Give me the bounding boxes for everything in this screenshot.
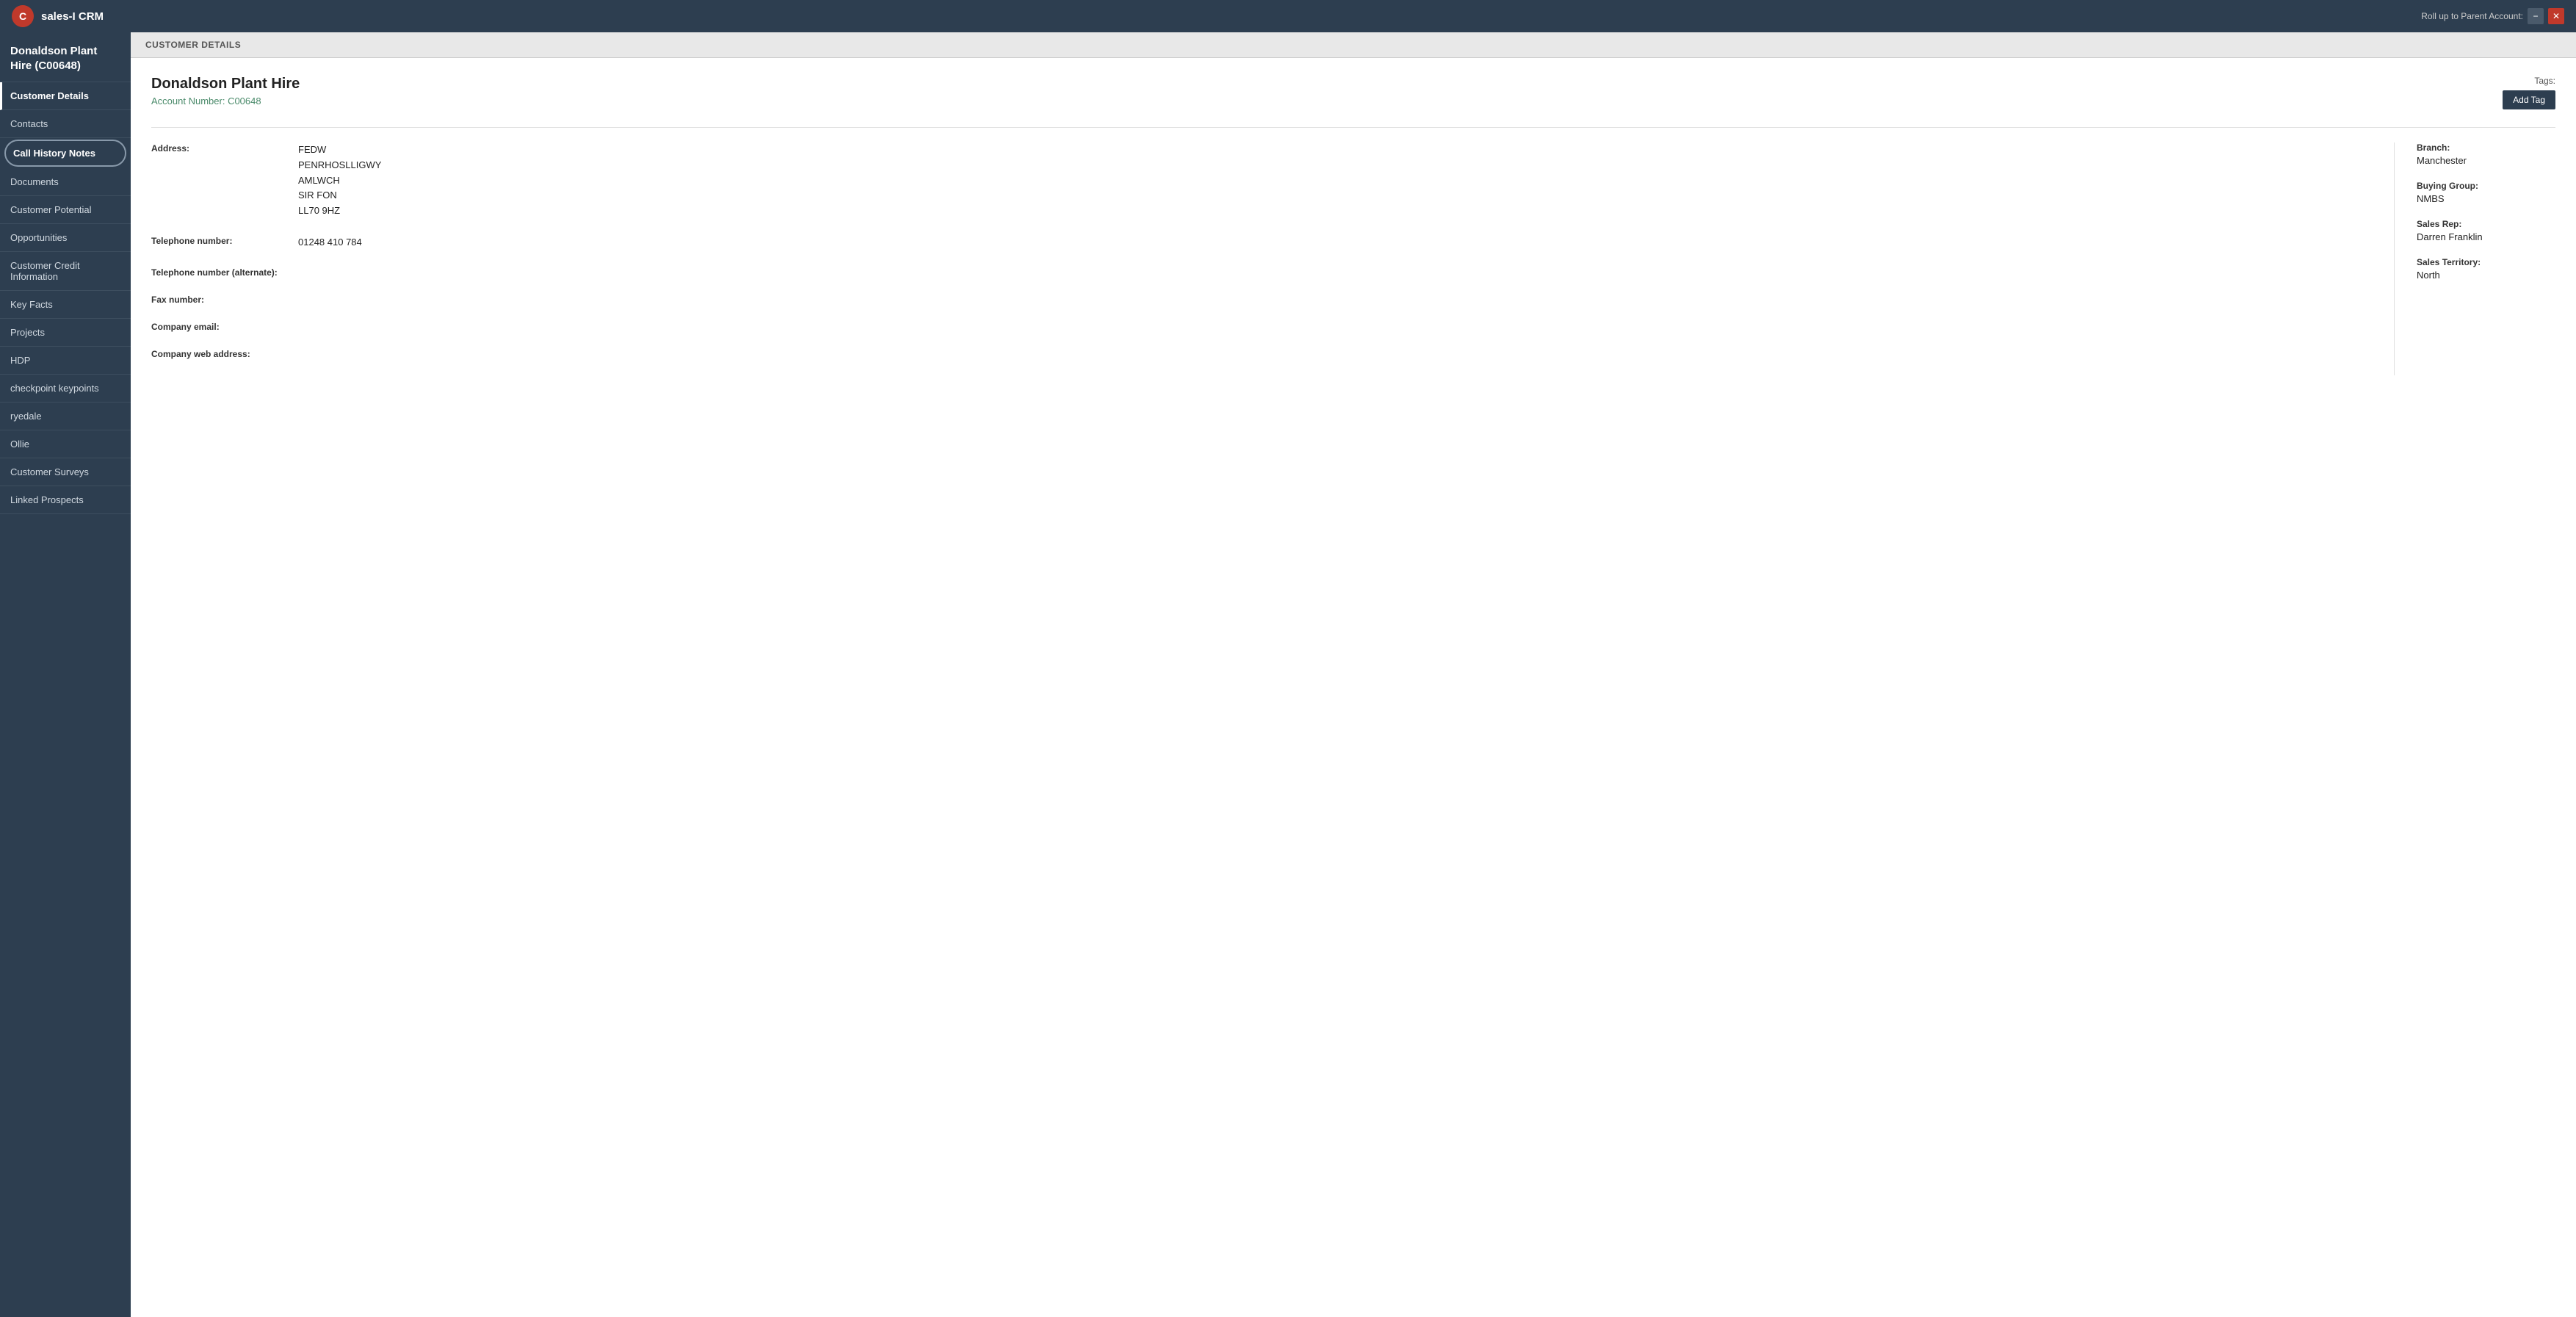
address-value: FEDW PENRHOSLLIGWY AMLWCH SIR FON LL70 9… <box>298 142 381 219</box>
sidebar-item-ollie[interactable]: Ollie <box>0 430 131 458</box>
company-web-label: Company web address: <box>151 348 298 359</box>
sidebar-item-opportunities[interactable]: Opportunities <box>0 224 131 252</box>
customer-info: Donaldson Plant Hire Account Number: C00… <box>151 76 300 107</box>
company-web-row: Company web address: <box>151 348 2372 359</box>
details-section: Address: FEDW PENRHOSLLIGWY AMLWCH SIR F… <box>151 127 2555 375</box>
sidebar-company-header: Donaldson Plant Hire (C00648) <box>0 32 131 82</box>
content-area: CUSTOMER DETAILS Donaldson Plant Hire Ac… <box>131 32 2576 1317</box>
sidebar: Donaldson Plant Hire (C00648) Customer D… <box>0 32 131 1317</box>
minimize-button[interactable]: − <box>2528 8 2544 24</box>
roll-up-label: Roll up to Parent Account: <box>2421 11 2523 21</box>
sidebar-item-linked-prospects[interactable]: Linked Prospects <box>0 486 131 514</box>
sidebar-item-key-facts[interactable]: Key Facts <box>0 291 131 319</box>
branch-label: Branch: <box>2417 142 2555 153</box>
fax-label: Fax number: <box>151 294 298 305</box>
sidebar-item-documents[interactable]: Documents <box>0 168 131 196</box>
customer-name: Donaldson Plant Hire <box>151 76 300 93</box>
telephone-alt-label: Telephone number (alternate): <box>151 267 298 278</box>
sales-rep-value: Darren Franklin <box>2417 231 2555 242</box>
details-side: Branch: Manchester Buying Group: NMBS Sa… <box>2394 142 2555 375</box>
sales-rep-label: Sales Rep: <box>2417 219 2555 229</box>
account-number-label: Account Number: <box>151 95 225 107</box>
tags-label: Tags: <box>2503 76 2555 86</box>
sidebar-item-customer-surveys[interactable]: Customer Surveys <box>0 458 131 486</box>
sales-territory-value: North <box>2417 270 2555 281</box>
sidebar-item-projects[interactable]: Projects <box>0 319 131 347</box>
buying-group-item: Buying Group: NMBS <box>2417 181 2555 204</box>
address-label: Address: <box>151 142 298 154</box>
page-content: Donaldson Plant Hire Account Number: C00… <box>131 58 2576 1317</box>
sidebar-item-hdp[interactable]: HDP <box>0 347 131 375</box>
sales-rep-item: Sales Rep: Darren Franklin <box>2417 219 2555 242</box>
sidebar-item-contacts[interactable]: Contacts <box>0 110 131 138</box>
telephone-row: Telephone number: 01248 410 784 <box>151 235 2372 250</box>
telephone-value: 01248 410 784 <box>298 235 362 250</box>
sales-territory-label: Sales Territory: <box>2417 257 2555 267</box>
sales-territory-item: Sales Territory: North <box>2417 257 2555 281</box>
customer-header: Donaldson Plant Hire Account Number: C00… <box>151 76 2555 109</box>
tags-section: Tags: Add Tag <box>2503 76 2555 109</box>
close-button[interactable]: ✕ <box>2548 8 2564 24</box>
telephone-alt-row: Telephone number (alternate): <box>151 267 2372 278</box>
app-title: sales-I CRM <box>41 10 104 23</box>
buying-group-value: NMBS <box>2417 193 2555 204</box>
sidebar-item-customer-potential[interactable]: Customer Potential <box>0 196 131 224</box>
company-email-label: Company email: <box>151 321 298 332</box>
account-number-value: C00648 <box>228 95 261 107</box>
sidebar-item-customer-details[interactable]: Customer Details <box>0 82 131 110</box>
details-main: Address: FEDW PENRHOSLLIGWY AMLWCH SIR F… <box>151 142 2372 375</box>
subheader: CUSTOMER DETAILS <box>131 32 2576 58</box>
sidebar-item-call-history-notes[interactable]: Call History Notes <box>4 140 126 167</box>
company-email-row: Company email: <box>151 321 2372 332</box>
sidebar-item-checkpoint-keypoints[interactable]: checkpoint keypoints <box>0 375 131 403</box>
address-row: Address: FEDW PENRHOSLLIGWY AMLWCH SIR F… <box>151 142 2372 219</box>
sidebar-item-customer-credit-information[interactable]: Customer Credit Information <box>0 252 131 291</box>
fax-row: Fax number: <box>151 294 2372 305</box>
sidebar-item-ryedale[interactable]: ryedale <box>0 403 131 430</box>
add-tag-button[interactable]: Add Tag <box>2503 90 2555 109</box>
branch-item: Branch: Manchester <box>2417 142 2555 166</box>
buying-group-label: Buying Group: <box>2417 181 2555 191</box>
account-number: Account Number: C00648 <box>151 95 300 107</box>
telephone-label: Telephone number: <box>151 235 298 246</box>
app-logo: C <box>12 5 34 27</box>
topbar: C sales-I CRM Roll up to Parent Account:… <box>0 0 2576 32</box>
topbar-right: Roll up to Parent Account: − ✕ <box>2421 8 2564 24</box>
branch-value: Manchester <box>2417 155 2555 166</box>
main-layout: Donaldson Plant Hire (C00648) Customer D… <box>0 32 2576 1317</box>
subheader-label: CUSTOMER DETAILS <box>145 40 241 50</box>
